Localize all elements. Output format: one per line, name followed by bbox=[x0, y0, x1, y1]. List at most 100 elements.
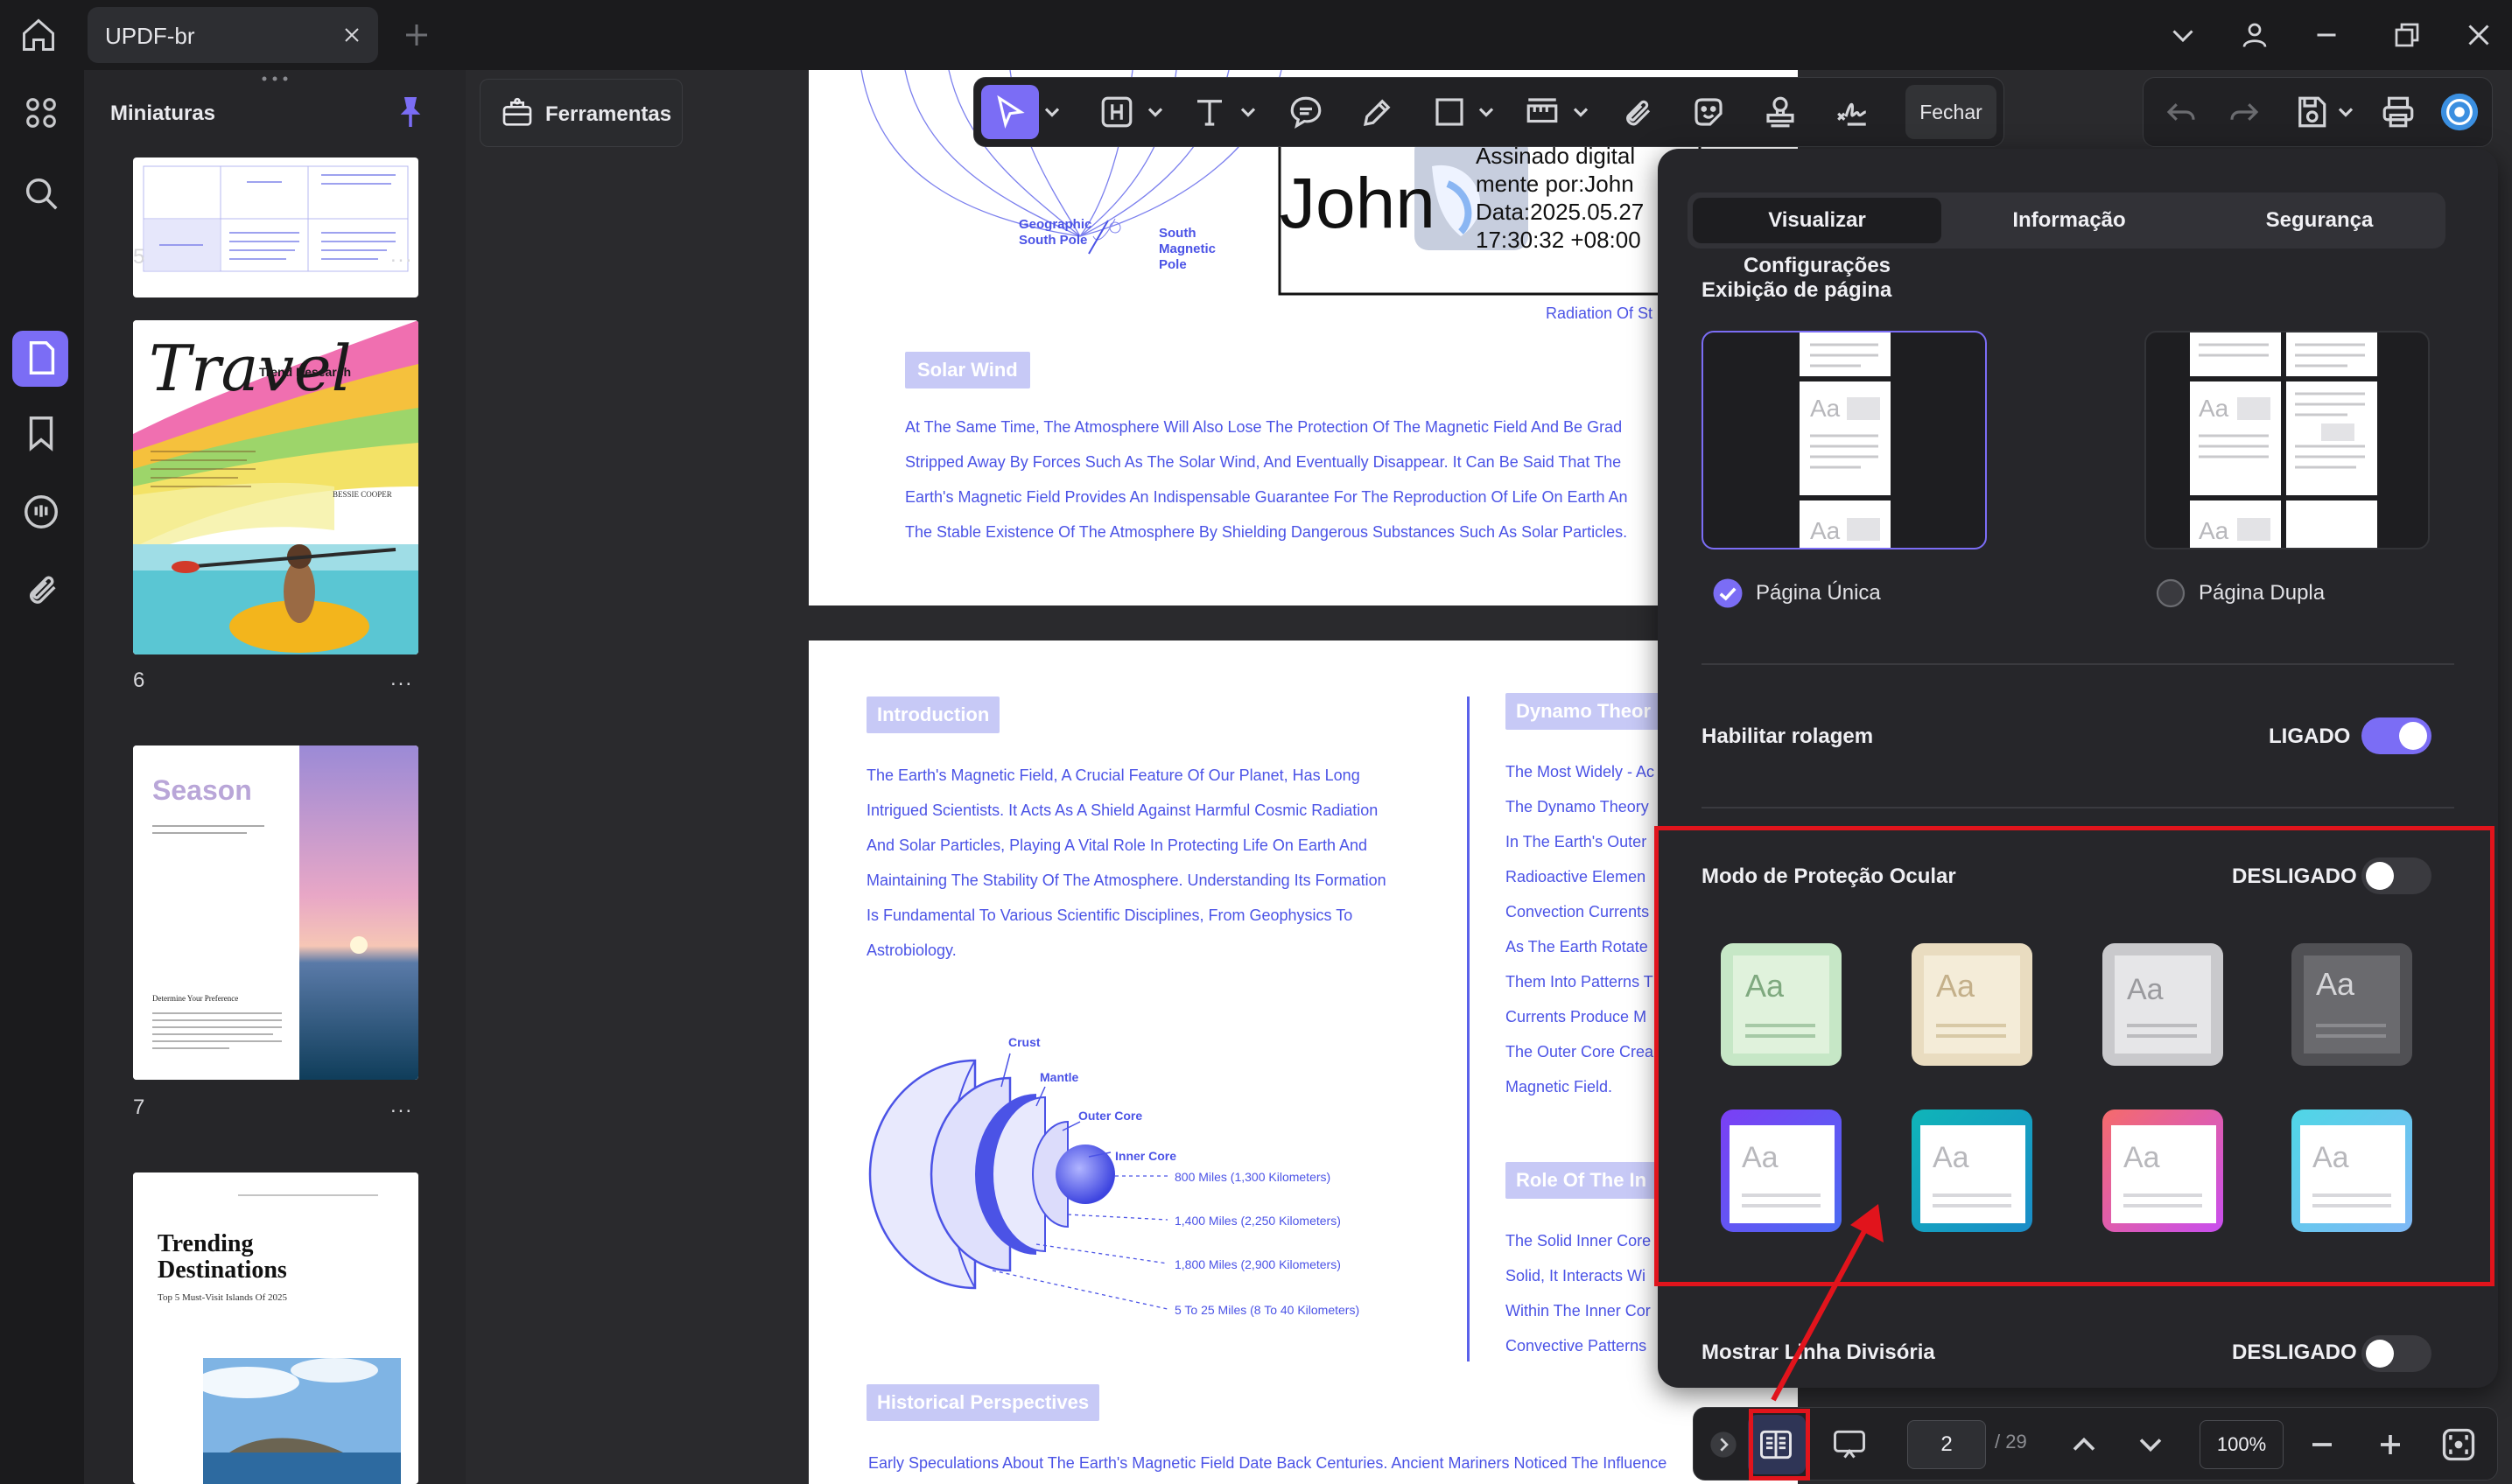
thumbnail-number: 7 bbox=[133, 1096, 145, 1119]
chevron-down-icon[interactable] bbox=[1238, 94, 1258, 130]
next-page-icon[interactable] bbox=[2131, 1425, 2170, 1464]
stamp-icon[interactable] bbox=[1762, 94, 1799, 130]
svg-text:Aa: Aa bbox=[1810, 395, 1841, 422]
measure-icon[interactable] bbox=[1524, 94, 1561, 130]
attachment-icon[interactable] bbox=[1618, 94, 1655, 130]
ai-assistant-icon[interactable] bbox=[2439, 92, 2480, 132]
home-icon[interactable] bbox=[18, 16, 60, 54]
body-text-line: Early Speculations About The Earth's Mag… bbox=[868, 1454, 1667, 1472]
bookmark-icon[interactable] bbox=[21, 413, 61, 453]
body-text-line: As The Earth Rotate bbox=[1505, 938, 1648, 956]
close-icon[interactable] bbox=[341, 24, 362, 46]
print-icon[interactable] bbox=[2380, 94, 2417, 130]
title-bar: UPDF-br bbox=[0, 0, 2512, 70]
new-tab-icon[interactable] bbox=[401, 19, 432, 51]
chevron-down-icon[interactable] bbox=[1146, 94, 1165, 130]
text-comment-icon[interactable] bbox=[1288, 94, 1324, 130]
thumbnail-page-6[interactable]: Travel Trend Research BESSIE COOPER bbox=[133, 320, 418, 654]
chevron-down-icon[interactable] bbox=[1571, 94, 1590, 130]
body-text-line: Convection Currents bbox=[1505, 903, 1650, 920]
svg-text:Top 5 Must-Visit Islands Of 20: Top 5 Must-Visit Islands Of 2025 bbox=[158, 1292, 287, 1303]
single-page-radio-checked-icon[interactable] bbox=[1712, 578, 1744, 609]
body-text-line: The Dynamo Theory bbox=[1505, 798, 1649, 816]
tab-information[interactable]: Informação bbox=[1947, 198, 2192, 243]
highlight-icon[interactable] bbox=[1098, 94, 1135, 130]
chevron-down-icon[interactable] bbox=[2167, 19, 2199, 51]
body-text-line: Earth's Magnetic Field Provides An Indis… bbox=[905, 488, 1628, 506]
body-text-line: Currents Produce M bbox=[1505, 1008, 1647, 1026]
fit-page-icon[interactable] bbox=[2439, 1425, 2478, 1464]
scroll-label: Habilitar rolagem bbox=[1702, 724, 1874, 748]
undo-icon[interactable] bbox=[2163, 94, 2200, 130]
thumbnail-number: 6 bbox=[133, 668, 145, 692]
thumbnail-more-button[interactable]: ... bbox=[390, 1094, 413, 1118]
thumbnail-more-button[interactable]: ... bbox=[390, 667, 413, 691]
toggle-knob bbox=[2366, 1340, 2394, 1368]
single-page-option[interactable]: Aa Aa bbox=[1702, 331, 1987, 550]
search-icon[interactable] bbox=[21, 173, 61, 214]
thumbnails-icon[interactable] bbox=[21, 338, 61, 378]
attachment-icon[interactable] bbox=[21, 569, 61, 609]
settings-tabs: Visualizar Configurações Informação Segu… bbox=[1688, 192, 2445, 277]
body-text-line: The Earth's Magnetic Field, A Crucial Fe… bbox=[867, 766, 1360, 784]
chevron-down-icon[interactable] bbox=[1042, 94, 1062, 130]
panel-grip-icon[interactable] bbox=[259, 75, 291, 82]
organize-pages-icon[interactable] bbox=[21, 93, 61, 133]
save-icon[interactable] bbox=[2292, 94, 2329, 130]
account-icon[interactable] bbox=[2239, 19, 2270, 51]
body-text-line: The Most Widely - Ac bbox=[1505, 763, 1655, 780]
zoom-out-icon[interactable] bbox=[2303, 1425, 2341, 1464]
body-text-line: Them Into Patterns T bbox=[1505, 973, 1653, 990]
zoom-level-input[interactable]: 100% bbox=[2200, 1420, 2284, 1469]
document-tab[interactable]: UPDF-br bbox=[88, 7, 378, 63]
redo-icon[interactable] bbox=[2226, 94, 2263, 130]
previous-page-icon[interactable] bbox=[2065, 1425, 2103, 1464]
radiation-label: Radiation Of St bbox=[1546, 304, 1653, 322]
expand-toolbar-icon[interactable] bbox=[1709, 1431, 1737, 1459]
body-text-line: The Outer Core Crea bbox=[1505, 1043, 1654, 1060]
body-text-line: Solid, It Interacts Wi bbox=[1505, 1267, 1646, 1284]
thumbnail-page-8[interactable]: Trending Destinations Top 5 Must-Visit I… bbox=[133, 1172, 418, 1484]
comment-icon[interactable] bbox=[21, 492, 61, 532]
sticker-icon[interactable] bbox=[1690, 94, 1727, 130]
tab-security[interactable]: Segurança bbox=[2197, 198, 2442, 243]
restore-icon[interactable] bbox=[2391, 19, 2423, 51]
page-total: / 29 bbox=[1995, 1431, 2027, 1452]
svg-text:Destinations: Destinations bbox=[158, 1256, 287, 1284]
pin-icon[interactable] bbox=[396, 94, 425, 130]
annotation-arrow-icon bbox=[1771, 1204, 1884, 1402]
layer-mantle-label: Mantle bbox=[1040, 1070, 1079, 1084]
text-icon[interactable] bbox=[1191, 94, 1228, 130]
page-number-input[interactable]: 2 bbox=[1907, 1420, 1986, 1469]
shape-icon[interactable] bbox=[1431, 94, 1468, 130]
svg-text:Aa: Aa bbox=[2199, 395, 2229, 422]
pdf-page-2: Introduction The Earth's Magnetic Field,… bbox=[809, 640, 1798, 1484]
pencil-icon[interactable] bbox=[1359, 94, 1396, 130]
single-page-label: Página Única bbox=[1756, 581, 1881, 605]
highlight-box-view-button bbox=[1749, 1409, 1810, 1480]
body-text-line: Astrobiology. bbox=[867, 942, 957, 959]
page-display-label: Exibição de página bbox=[1702, 278, 1892, 302]
tools-button[interactable]: Ferramentas bbox=[480, 79, 683, 147]
double-page-radio-icon[interactable] bbox=[2155, 578, 2186, 609]
divider bbox=[1702, 807, 2454, 808]
signature-icon[interactable] bbox=[1834, 94, 1870, 130]
thumbnail-more-button[interactable]: ... bbox=[390, 243, 413, 268]
close-toolbar-button[interactable]: Fechar bbox=[1905, 85, 1996, 139]
minimize-icon[interactable] bbox=[2311, 19, 2342, 51]
presentation-icon[interactable] bbox=[1830, 1425, 1869, 1464]
divider-line-toggle[interactable] bbox=[2361, 1335, 2431, 1372]
chevron-down-icon[interactable] bbox=[2336, 94, 2355, 130]
window-close-icon[interactable] bbox=[2463, 19, 2494, 51]
thumbnail-page-7[interactable]: Season Determine Your Preference bbox=[133, 746, 418, 1080]
cursor-icon[interactable] bbox=[992, 94, 1028, 130]
zoom-in-icon[interactable] bbox=[2371, 1425, 2410, 1464]
thumbnail-page-5[interactable] bbox=[133, 158, 418, 298]
chevron-down-icon[interactable] bbox=[1477, 94, 1496, 130]
page-5-preview bbox=[143, 165, 409, 272]
body-text-line: The Solid Inner Core bbox=[1505, 1232, 1652, 1250]
double-page-option[interactable]: Aa Aa bbox=[2144, 331, 2430, 550]
scroll-toggle[interactable] bbox=[2361, 718, 2431, 754]
tab-view-settings[interactable]: Visualizar Configurações bbox=[1693, 198, 1941, 277]
role-heading: Role Of The In bbox=[1505, 1162, 1658, 1199]
